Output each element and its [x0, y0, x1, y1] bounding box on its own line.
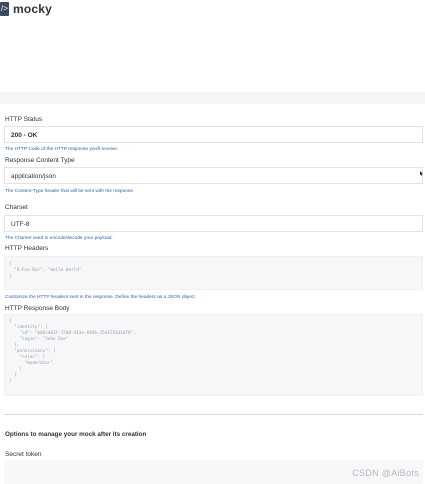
http-status-label: HTTP Status — [5, 116, 43, 123]
response-body-label: HTTP Response Body — [5, 305, 70, 312]
secret-token-label: Secret token — [5, 451, 42, 458]
divider — [4, 414, 423, 415]
section-band — [0, 92, 425, 104]
logo-icon[interactable]: /> — [0, 2, 9, 16]
content-type-select[interactable]: application/json — [4, 167, 423, 184]
options-section-title: Options to manage your mock after its cr… — [5, 431, 147, 438]
http-headers-editor[interactable]: { "X-Foo-Bar": "Hello World" } — [4, 256, 423, 290]
http-headers-help: Customize the HTTP headers sent in the r… — [5, 295, 196, 300]
app-header: /> mocky — [0, 0, 425, 22]
content-type-help: The Content-Type header that will be sen… — [5, 189, 135, 194]
response-body-editor[interactable]: { "identity": { "id": "b06cd03f-75d0-413… — [4, 314, 423, 396]
content-type-label: Response Content Type — [5, 157, 75, 164]
http-status-help: The HTTP Code of the HTTP response you'l… — [5, 147, 119, 152]
http-headers-label: HTTP Headers — [5, 245, 49, 252]
watermark: CSDN @AiBots — [352, 468, 419, 478]
brand-name[interactable]: mocky — [13, 2, 52, 16]
mouse-cursor-icon — [420, 171, 423, 176]
http-status-select[interactable]: 200 - OK — [4, 126, 423, 143]
charset-select[interactable]: UTF-8 — [4, 215, 423, 232]
charset-help: The Charset used to encode/decode your p… — [5, 236, 113, 241]
charset-label: Charset — [5, 204, 28, 211]
